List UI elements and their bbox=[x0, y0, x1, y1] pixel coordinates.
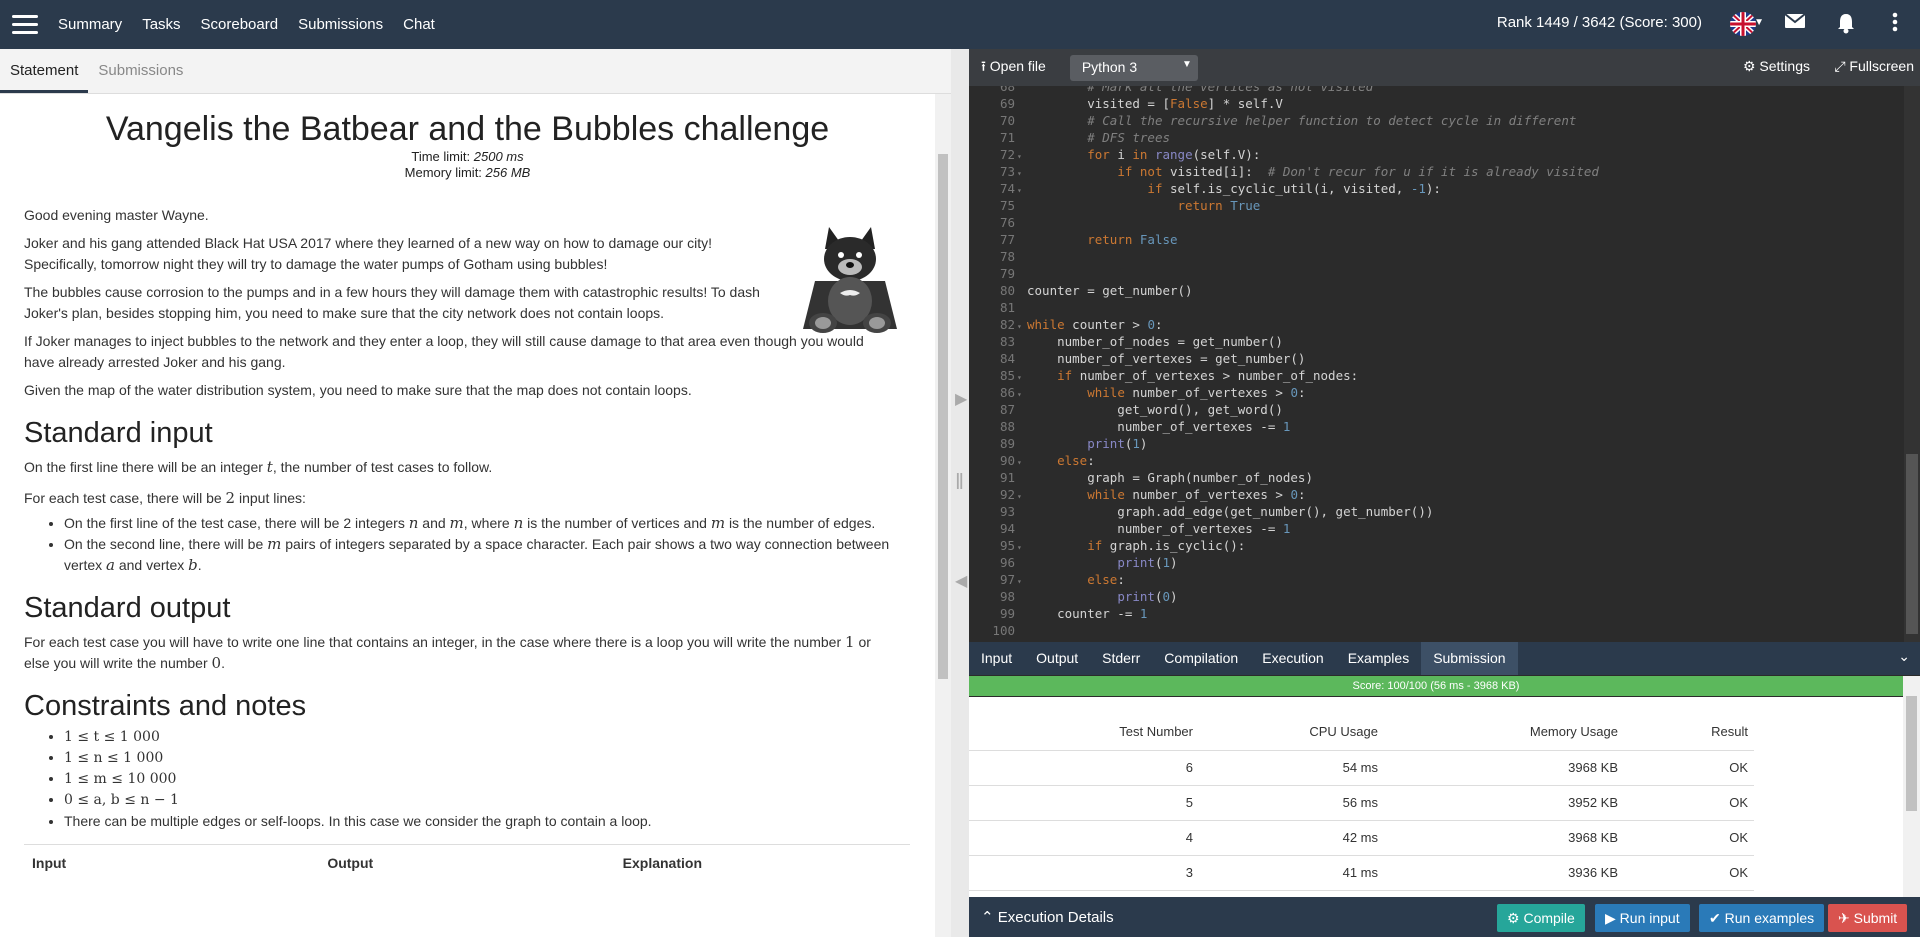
output-heading: Standard output bbox=[24, 592, 231, 624]
run-examples-button[interactable]: ✔ Run examples bbox=[1699, 904, 1825, 932]
list-item: There can be multiple edges or self-loop… bbox=[64, 811, 904, 832]
statement-scrollbar[interactable] bbox=[935, 94, 951, 937]
gear-icon: ⚙ bbox=[1742, 58, 1756, 74]
table-row: 6 54 ms 3968 KB OK bbox=[969, 750, 1754, 786]
expand-icon: ⤢ bbox=[1834, 58, 1846, 74]
output-tabs: Input Output Stderr Compilation Executio… bbox=[969, 642, 1920, 675]
action-bar: ⌃ Execution Details ⚙ Compile ▶ Run inpu… bbox=[969, 897, 1920, 937]
nav-tasks[interactable]: Tasks bbox=[142, 16, 180, 33]
execution-details-toggle[interactable]: ⌃ Execution Details bbox=[981, 908, 1114, 926]
chevron-down-icon[interactable]: ⌄ bbox=[1898, 648, 1910, 665]
column-header: CPU Usage bbox=[1199, 713, 1384, 751]
constraints-heading: Constraints and notes bbox=[24, 690, 307, 722]
batbear-image bbox=[803, 227, 897, 333]
results-table: Test Number CPU Usage Memory Usage Resul… bbox=[969, 713, 1754, 891]
panel-divider[interactable]: ▶ ‖ ◀ bbox=[951, 49, 969, 937]
submit-button[interactable]: ✈ Submit bbox=[1828, 904, 1908, 932]
column-header: Output bbox=[327, 854, 374, 871]
intro-paragraph: Good evening master Wayne. bbox=[24, 207, 209, 223]
tab-execution[interactable]: Execution bbox=[1250, 642, 1335, 675]
compile-button[interactable]: ⚙ Compile bbox=[1497, 904, 1585, 932]
table-row: 4 42 ms 3968 KB OK bbox=[969, 820, 1754, 856]
open-file-button[interactable]: ⭱ Open file bbox=[981, 56, 1046, 80]
more-vertical-icon[interactable] bbox=[1892, 12, 1898, 38]
tab-submission[interactable]: Submission bbox=[1421, 642, 1518, 675]
nav-scoreboard[interactable]: Scoreboard bbox=[201, 16, 279, 33]
language-select[interactable]: Python 3 ▼ bbox=[1069, 54, 1198, 81]
input-paragraph: For each test case, there will be 2 inpu… bbox=[24, 489, 306, 507]
list-item: 1 ≤ n ≤ 1 000 bbox=[64, 748, 904, 769]
memory-limit: Memory limit: 256 MB bbox=[404, 165, 531, 180]
input-heading: Standard input bbox=[24, 417, 213, 449]
output-paragraph: For each test case you will have to writ… bbox=[24, 633, 871, 672]
list-item: 1 ≤ t ≤ 1 000 bbox=[64, 727, 904, 748]
story-paragraph: If Joker manages to inject bubbles to th… bbox=[24, 333, 864, 370]
tab-output[interactable]: Output bbox=[1024, 642, 1090, 675]
bell-icon[interactable] bbox=[1836, 12, 1856, 40]
nav-summary[interactable]: Summary bbox=[58, 16, 122, 33]
rank-score-label: Rank 1449 / 3642 (Score: 300) bbox=[1496, 14, 1702, 31]
uk-flag-icon[interactable] bbox=[1730, 12, 1756, 36]
code-area[interactable]: 68 # Mark all the vertices as not visite… bbox=[969, 86, 1904, 642]
chevron-down-icon: ▼ bbox=[1181, 58, 1192, 70]
score-progress-bar: Score: 100/100 (56 ms - 3968 KB) bbox=[969, 676, 1903, 696]
problem-statement: Vangelis the Batbear and the Bubbles cha… bbox=[0, 95, 935, 937]
column-header: Test Number bbox=[969, 713, 1199, 751]
story-paragraph: Joker and his gang attended Black Hat US… bbox=[24, 235, 712, 272]
editor-scrollbar[interactable] bbox=[1904, 86, 1920, 642]
input-format-list: On the first line of the test case, ther… bbox=[64, 513, 904, 576]
submission-results: Test Number CPU Usage Memory Usage Resul… bbox=[969, 697, 1903, 897]
mail-icon[interactable] bbox=[1784, 12, 1806, 36]
task-paragraph: Given the map of the water distribution … bbox=[24, 382, 692, 398]
statement-panel: Statement Submissions Vangelis the Batbe… bbox=[0, 49, 951, 937]
chevron-left-icon[interactable]: ◀ bbox=[955, 571, 967, 591]
table-row: 5 56 ms 3952 KB OK bbox=[969, 785, 1754, 821]
settings-button[interactable]: ⚙ Settings bbox=[1743, 58, 1810, 75]
column-header: Explanation bbox=[622, 854, 703, 871]
example-table-header: Input Output Explanation bbox=[24, 844, 910, 880]
tab-stderr[interactable]: Stderr bbox=[1090, 642, 1152, 675]
nav-chat[interactable]: Chat bbox=[403, 16, 435, 33]
drag-handle-icon[interactable]: ‖ bbox=[955, 469, 964, 495]
tab-examples[interactable]: Examples bbox=[1336, 642, 1421, 675]
chevron-down-icon[interactable]: ▼ bbox=[1754, 17, 1764, 28]
tab-submissions[interactable]: Submissions bbox=[88, 62, 193, 93]
list-item: 0 ≤ a, b ≤ n − 1 bbox=[64, 790, 904, 811]
upload-icon: ⭱ bbox=[981, 57, 986, 74]
check-icon: ✔ bbox=[1709, 910, 1721, 926]
left-tabs: Statement Submissions bbox=[0, 49, 951, 94]
chevron-up-icon: ⌃ bbox=[981, 909, 994, 926]
play-icon: ▶ bbox=[1605, 910, 1616, 926]
problem-title: Vangelis the Batbear and the Bubbles cha… bbox=[105, 110, 830, 148]
tab-compilation[interactable]: Compilation bbox=[1152, 642, 1250, 675]
list-item: On the second line, there will be m pair… bbox=[64, 534, 904, 576]
column-header: Memory Usage bbox=[1384, 713, 1624, 751]
fullscreen-button[interactable]: ⤢ Fullscreen bbox=[1834, 58, 1914, 75]
column-header: Result bbox=[1624, 713, 1754, 751]
column-header: Input bbox=[32, 854, 67, 871]
tab-statement[interactable]: Statement bbox=[0, 62, 89, 93]
list-item: 1 ≤ m ≤ 10 000 bbox=[64, 769, 904, 790]
run-input-button[interactable]: ▶ Run input bbox=[1595, 904, 1690, 932]
send-icon: ✈ bbox=[1838, 910, 1850, 926]
chevron-right-icon[interactable]: ▶ bbox=[955, 389, 967, 409]
hamburger-menu-icon[interactable] bbox=[12, 15, 38, 34]
gears-icon: ⚙ bbox=[1507, 910, 1520, 926]
constraints-list: 1 ≤ t ≤ 1 000 1 ≤ n ≤ 1 000 1 ≤ m ≤ 10 0… bbox=[64, 727, 904, 832]
story-paragraph: The bubbles cause corrosion to the pumps… bbox=[24, 284, 760, 321]
list-item: On the first line of the test case, ther… bbox=[64, 513, 904, 534]
time-limit: Time limit: 2500 ms bbox=[411, 149, 524, 164]
results-scrollbar[interactable] bbox=[1903, 676, 1920, 897]
editor-toolbar: ⭱ Open file Python 3 ▼ ⚙ Settings ⤢ Fulls… bbox=[969, 49, 1920, 86]
nav-submissions[interactable]: Submissions bbox=[298, 16, 383, 33]
top-navbar: Summary Tasks Scoreboard Submissions Cha… bbox=[0, 0, 1920, 49]
input-paragraph: On the first line there will be an integ… bbox=[24, 458, 493, 476]
tab-input[interactable]: Input bbox=[969, 642, 1024, 675]
table-row: 3 41 ms 3936 KB OK bbox=[969, 855, 1754, 891]
